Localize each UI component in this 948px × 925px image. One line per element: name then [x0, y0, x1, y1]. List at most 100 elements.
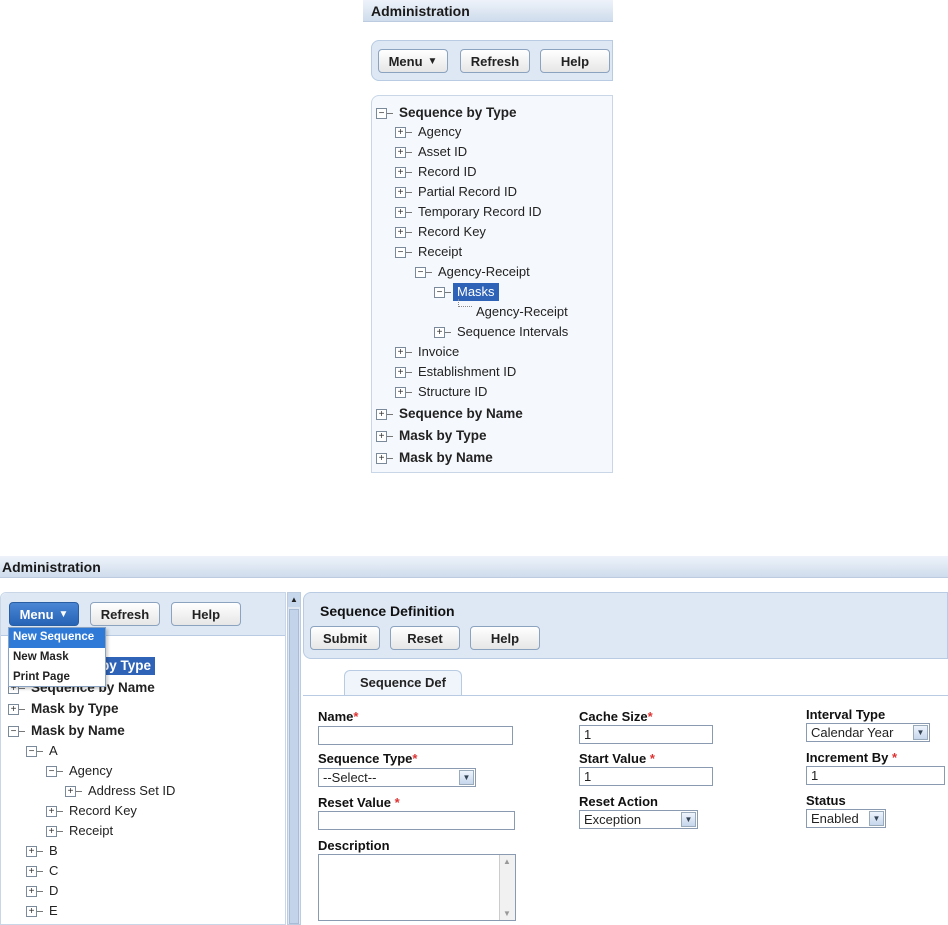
- tab-sequence-def[interactable]: Sequence Def: [344, 670, 462, 695]
- textarea-scrollbar[interactable]: ▲ ▼: [499, 855, 515, 920]
- expand-icon[interactable]: +: [376, 453, 393, 464]
- tree-node-mask-by-type[interactable]: Mask by Type: [31, 700, 119, 718]
- bottom-refresh-button[interactable]: Refresh: [90, 602, 160, 626]
- top-menu-label: Menu: [388, 53, 423, 69]
- tree-node-record-id[interactable]: Record ID: [418, 163, 477, 181]
- description-label: Description: [318, 838, 390, 853]
- scroll-thumb[interactable]: [289, 609, 299, 924]
- tree-node-agency[interactable]: Agency: [69, 762, 112, 780]
- expand-icon[interactable]: +: [26, 846, 43, 857]
- collapse-icon[interactable]: −: [434, 287, 451, 298]
- tree-node-d[interactable]: D: [49, 882, 58, 900]
- tree-node-b[interactable]: B: [49, 842, 58, 860]
- top-refresh-button[interactable]: Refresh: [460, 49, 530, 73]
- bottom-help-button[interactable]: Help: [171, 602, 241, 626]
- tree-node-receipt[interactable]: Receipt: [69, 822, 113, 840]
- chevron-down-icon: ▼: [913, 725, 928, 740]
- form-heading: Sequence Definition: [320, 603, 455, 619]
- bottom-menu-button[interactable]: Menu ▼: [9, 602, 79, 626]
- tree-node-agency-receipt-mask[interactable]: Agency-Receipt: [476, 303, 568, 321]
- name-label: Name*: [318, 709, 359, 724]
- tree-node-sequence-by-type[interactable]: Sequence by Type: [399, 104, 517, 122]
- collapse-icon[interactable]: −: [395, 247, 412, 258]
- tree-node-temporary-record-id[interactable]: Temporary Record ID: [418, 203, 542, 221]
- expand-icon[interactable]: +: [376, 431, 393, 442]
- top-toolbar: Menu ▼ Refresh Help: [371, 40, 613, 81]
- expand-icon[interactable]: +: [395, 127, 412, 138]
- interval-type-select[interactable]: Calendar Year ▼: [806, 723, 930, 742]
- tree-node-a[interactable]: A: [49, 742, 58, 760]
- status-value: Enabled: [811, 811, 859, 826]
- bottom-admin-header: Administration: [0, 556, 948, 578]
- expand-icon[interactable]: +: [8, 704, 25, 715]
- tree-node-asset-id[interactable]: Asset ID: [418, 143, 467, 161]
- reset-action-value: Exception: [584, 812, 642, 827]
- splitter-scrollbar[interactable]: ▲: [287, 592, 301, 925]
- scroll-up-icon[interactable]: ▲: [288, 593, 300, 607]
- tree-node-structure-id[interactable]: Structure ID: [418, 383, 487, 401]
- tree-node-sequence-by-name[interactable]: Sequence by Name: [399, 405, 523, 423]
- reset-button[interactable]: Reset: [390, 626, 460, 650]
- form-header: Sequence Definition Submit Reset Help: [303, 592, 948, 659]
- tree-node-invoice[interactable]: Invoice: [418, 343, 459, 361]
- tree-node-e[interactable]: E: [49, 902, 58, 920]
- menu-item-print-page[interactable]: Print Page: [9, 668, 105, 688]
- expand-icon[interactable]: +: [26, 906, 43, 917]
- expand-icon[interactable]: +: [46, 806, 63, 817]
- scroll-down-icon[interactable]: ▼: [503, 909, 511, 918]
- description-textarea[interactable]: ▲ ▼: [318, 854, 516, 921]
- menu-item-new-sequence[interactable]: New Sequence: [9, 628, 105, 648]
- tree-node-agency-receipt[interactable]: Agency-Receipt: [438, 263, 530, 281]
- reset-value-input[interactable]: [318, 811, 515, 830]
- tree-connector: [458, 299, 472, 307]
- tree-node-c[interactable]: C: [49, 862, 58, 880]
- collapse-icon[interactable]: −: [8, 726, 25, 737]
- interval-type-label: Interval Type: [806, 707, 886, 722]
- tree-node-establishment-id[interactable]: Establishment ID: [418, 363, 516, 381]
- expand-icon[interactable]: +: [26, 886, 43, 897]
- top-help-button[interactable]: Help: [540, 49, 610, 73]
- expand-icon[interactable]: +: [65, 786, 82, 797]
- sequence-type-select[interactable]: --Select-- ▼: [318, 768, 476, 787]
- expand-icon[interactable]: +: [395, 207, 412, 218]
- expand-icon[interactable]: +: [395, 347, 412, 358]
- tree-node-address-set-id[interactable]: Address Set ID: [88, 782, 175, 800]
- form-help-button[interactable]: Help: [470, 626, 540, 650]
- collapse-icon[interactable]: −: [26, 746, 43, 757]
- expand-icon[interactable]: +: [395, 367, 412, 378]
- expand-icon[interactable]: +: [434, 327, 451, 338]
- expand-icon[interactable]: +: [46, 826, 63, 837]
- tree-node-agency[interactable]: Agency: [418, 123, 461, 141]
- tree-node-record-key[interactable]: Record Key: [418, 223, 486, 241]
- collapse-icon[interactable]: −: [415, 267, 432, 278]
- tree-node-mask-by-type[interactable]: Mask by Type: [399, 427, 487, 445]
- reset-action-label: Reset Action: [579, 794, 658, 809]
- scroll-up-icon[interactable]: ▲: [503, 857, 511, 866]
- status-select[interactable]: Enabled ▼: [806, 809, 886, 828]
- collapse-icon[interactable]: −: [46, 766, 63, 777]
- reset-value-label: Reset Value *: [318, 795, 400, 810]
- tree-node-partial-record-id[interactable]: Partial Record ID: [418, 183, 517, 201]
- expand-icon[interactable]: +: [395, 167, 412, 178]
- tree-node-receipt[interactable]: Receipt: [418, 243, 462, 261]
- tree-node-record-key[interactable]: Record Key: [69, 802, 137, 820]
- expand-icon[interactable]: +: [395, 147, 412, 158]
- expand-icon[interactable]: +: [395, 187, 412, 198]
- top-menu-button[interactable]: Menu ▼: [378, 49, 448, 73]
- menu-item-new-mask[interactable]: New Mask: [9, 648, 105, 668]
- bottom-admin-title: Administration: [2, 559, 101, 575]
- tree-node-sequence-intervals[interactable]: Sequence Intervals: [457, 323, 568, 341]
- tree-node-mask-by-name[interactable]: Mask by Name: [31, 722, 125, 740]
- submit-button[interactable]: Submit: [310, 626, 380, 650]
- start-value-input[interactable]: 1: [579, 767, 713, 786]
- increment-by-input[interactable]: 1: [806, 766, 945, 785]
- collapse-icon[interactable]: −: [376, 108, 393, 119]
- tree-node-mask-by-name[interactable]: Mask by Name: [399, 449, 493, 467]
- reset-action-select[interactable]: Exception ▼: [579, 810, 698, 829]
- expand-icon[interactable]: +: [395, 387, 412, 398]
- name-input[interactable]: [318, 726, 513, 745]
- expand-icon[interactable]: +: [26, 866, 43, 877]
- cache-size-input[interactable]: 1: [579, 725, 713, 744]
- expand-icon[interactable]: +: [395, 227, 412, 238]
- expand-icon[interactable]: +: [376, 409, 393, 420]
